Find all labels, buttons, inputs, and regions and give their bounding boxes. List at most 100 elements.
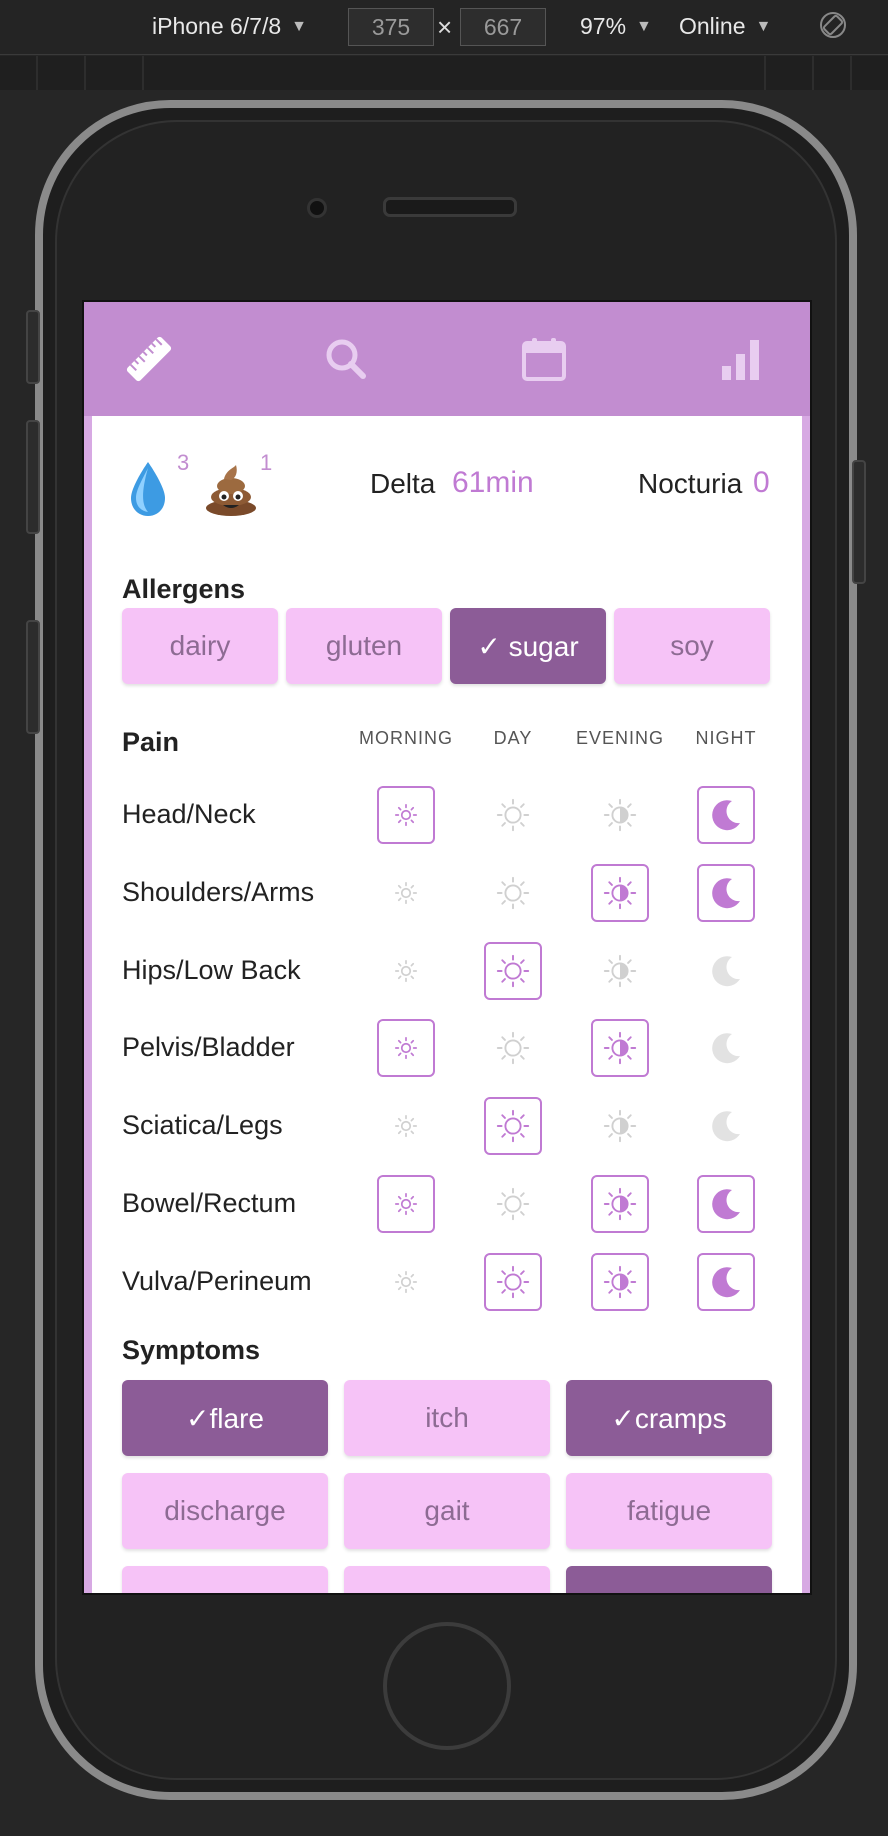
symptoms-title: Symptoms [122,1335,261,1365]
pain-toggle[interactable] [377,864,435,922]
sun-small-icon [394,959,418,983]
pain-toggle[interactable] [377,1019,435,1077]
allergen-chip[interactable]: soy [614,608,770,684]
pain-toggle[interactable] [591,1097,649,1155]
bowel-movement-button[interactable] [204,464,258,521]
urination-button[interactable] [128,460,168,523]
media-query-bar [0,56,888,90]
sun-icon [496,798,530,832]
nav-ruler-button[interactable] [122,332,176,386]
moon-icon [712,1267,740,1298]
symptom-chip[interactable] [566,1566,772,1593]
half-sun-icon [603,1031,637,1065]
sun-icon [496,1187,530,1221]
pain-toggle[interactable] [484,1253,542,1311]
pain-column-header: DAY [493,728,533,748]
allergen-chip[interactable]: ✓ sugar [450,608,606,684]
pain-toggle[interactable] [697,1175,755,1233]
pain-toggle[interactable] [377,1097,435,1155]
pain-toggle[interactable] [697,864,755,922]
earpiece-speaker [383,197,517,217]
pain-row-label: Bowel/Rectum [122,1188,297,1218]
pain-toggle[interactable] [591,786,649,844]
pain-toggle[interactable] [697,942,755,1000]
volume-up-button [26,420,40,534]
pain-toggle[interactable] [591,1019,649,1077]
symptom-chip[interactable]: gait [344,1473,550,1549]
poop-icon [206,465,256,516]
sun-icon [496,876,530,910]
log-content: 3 1 Delta 61min Nocturia 0 Allergens dai… [84,416,810,1593]
moon-icon [712,1189,740,1220]
half-sun-icon [603,1265,637,1299]
pain-row-label: Hips/Low Back [122,955,301,985]
pain-toggle[interactable] [697,786,755,844]
half-sun-icon [603,954,637,988]
height-input[interactable]: 667 [460,8,546,46]
moon-icon [712,878,740,909]
pain-toggle[interactable] [377,786,435,844]
sun-small-icon [394,881,418,905]
pain-toggle[interactable] [697,1097,755,1155]
device-select[interactable]: iPhone 6/7/8 ▼ [152,13,307,40]
moon-icon [712,956,740,987]
nocturia-label: Nocturia [638,468,743,499]
pain-toggle[interactable] [484,942,542,1000]
pain-row-label: Head/Neck [122,799,256,829]
pain-toggle[interactable] [591,942,649,1000]
pain-row-label: Vulva/Perineum [122,1266,312,1296]
symptom-chip[interactable] [344,1566,550,1593]
pain-toggle[interactable] [377,942,435,1000]
width-input[interactable]: 375 [348,8,434,46]
symptom-chip[interactable] [122,1566,328,1593]
zoom-label: 97% [580,13,627,39]
nav-calendar-button[interactable] [517,332,571,386]
symptom-chip[interactable]: ✓cramps [566,1380,772,1456]
pain-toggle[interactable] [484,1019,542,1077]
pain-toggle[interactable] [697,1253,755,1311]
sun-small-icon [394,1270,418,1294]
sun-small-icon [394,1036,418,1060]
half-sun-icon [603,1187,637,1221]
allergen-chip[interactable]: dairy [122,608,278,684]
pain-row-label: Pelvis/Bladder [122,1032,295,1062]
volume-down-button [26,620,40,734]
water-drop-icon [131,462,165,516]
pain-toggle[interactable] [697,1019,755,1077]
pain-column-header: EVENING [575,728,665,748]
pain-row-label: Sciatica/Legs [122,1110,283,1140]
pain-toggle[interactable] [591,864,649,922]
nav-search-button[interactable] [319,332,373,386]
bowel-count: 1 [260,450,273,475]
symptom-chip[interactable]: itch [344,1380,550,1456]
pain-toggle[interactable] [377,1175,435,1233]
pain-column-header: MORNING [359,728,453,748]
symptom-chip[interactable]: fatigue [566,1473,772,1549]
sun-icon [496,1031,530,1065]
pain-column-header: NIGHT [695,728,757,748]
ruler-icon [126,336,172,382]
sun-small-icon [394,1192,418,1216]
pain-toggle[interactable] [484,786,542,844]
network-select[interactable]: Online ▼ [679,13,771,40]
pain-row-label: Shoulders/Arms [122,877,315,907]
pain-toggle[interactable] [484,864,542,922]
pain-toggle[interactable] [484,1097,542,1155]
symptom-chip[interactable]: ✓flare [122,1380,328,1456]
allergen-chip[interactable]: gluten [286,608,442,684]
network-label: Online [679,13,746,39]
nav-stats-button[interactable] [714,332,768,386]
symptom-chip[interactable]: discharge [122,1473,328,1549]
sun-icon [496,1109,530,1143]
rotate-button[interactable] [818,10,848,40]
pain-toggle[interactable] [591,1253,649,1311]
pain-toggle[interactable] [484,1175,542,1233]
front-camera [307,198,327,218]
pain-toggle[interactable] [591,1175,649,1233]
pain-toggle[interactable] [377,1253,435,1311]
summary-row: 3 1 Delta 61min Nocturia 0 [92,416,802,556]
urination-count: 3 [177,450,190,475]
zoom-select[interactable]: 97% ▼ [580,13,652,40]
home-button[interactable] [383,1622,511,1750]
device-toolbar: iPhone 6/7/8 ▼ 375 × 667 97% ▼ Online ▼ [0,0,888,55]
